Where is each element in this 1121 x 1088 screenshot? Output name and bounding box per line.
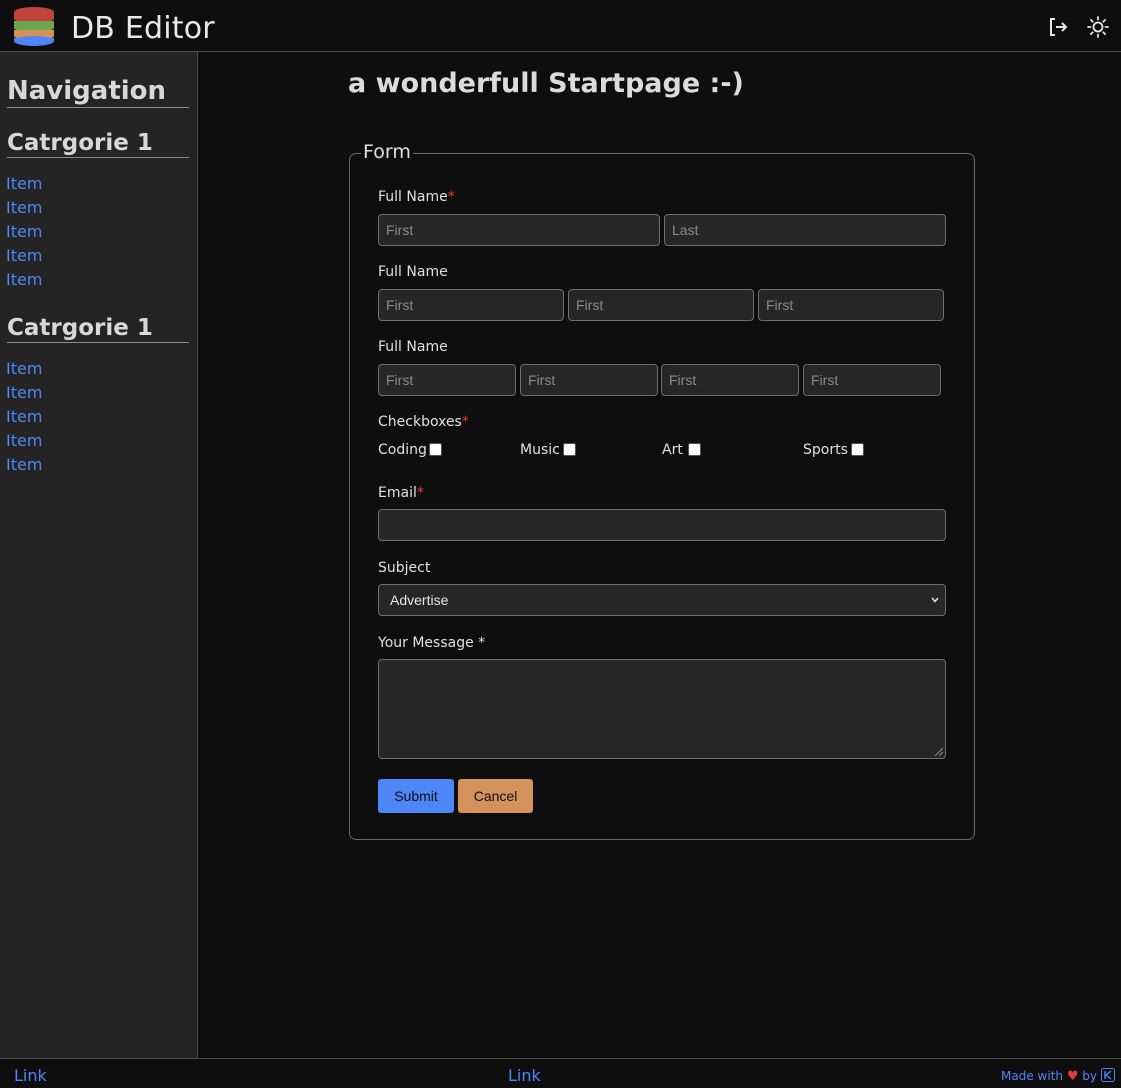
last-name-input[interactable] xyxy=(664,214,946,246)
sidebar-item[interactable]: Item xyxy=(6,222,42,241)
app-header: DB Editor xyxy=(0,0,1121,52)
footer-link-center[interactable]: Link xyxy=(508,1066,541,1086)
name-input[interactable] xyxy=(661,364,799,396)
sidebar-item[interactable]: Item xyxy=(6,359,42,378)
app-footer: Link Link Made with ♥ by xyxy=(0,1058,1121,1088)
checkbox-label-sports: Sports xyxy=(803,442,848,458)
author-logo-icon[interactable] xyxy=(1100,1068,1115,1082)
sun-icon[interactable] xyxy=(1087,16,1109,38)
logout-icon[interactable] xyxy=(1047,16,1069,38)
made-with-credit: Made with ♥ by xyxy=(1001,1068,1115,1085)
checkbox-label-coding: Coding xyxy=(378,442,427,458)
checkbox-sports[interactable] xyxy=(851,443,864,456)
full-name-label-1: Full Name* xyxy=(378,189,455,205)
sidebar-item[interactable]: Item xyxy=(6,383,42,402)
full-name-label-2: Full Name xyxy=(378,264,448,280)
checkbox-music[interactable] xyxy=(563,443,576,456)
sidebar-item[interactable]: Item xyxy=(6,270,42,289)
sidebar-category-list: Item Item Item Item Item xyxy=(6,358,42,478)
checkbox-art[interactable] xyxy=(688,443,701,456)
subject-select[interactable]: Advertise xyxy=(378,584,946,616)
sidebar-item[interactable]: Item xyxy=(6,174,42,193)
sidebar-category-list: Item Item Item Item Item xyxy=(6,173,42,293)
checkbox-coding[interactable] xyxy=(429,443,442,456)
footer-link-left[interactable]: Link xyxy=(14,1066,47,1086)
database-icon xyxy=(14,7,54,46)
sidebar-category-title: Catrgorie 1 xyxy=(7,130,189,158)
name-input[interactable] xyxy=(803,364,941,396)
subject-label: Subject xyxy=(378,560,431,576)
heart-icon: ♥ xyxy=(1066,1069,1079,1084)
sidebar-item[interactable]: Item xyxy=(6,198,42,217)
page-title: a wonderfull Startpage :-) xyxy=(348,68,744,99)
sidebar: Navigation Catrgorie 1 Item Item Item It… xyxy=(0,52,198,1058)
full-name-label-3: Full Name xyxy=(378,339,448,355)
name-input[interactable] xyxy=(378,364,516,396)
email-field[interactable] xyxy=(378,509,946,541)
chevron-down-icon xyxy=(931,597,939,603)
sidebar-item[interactable]: Item xyxy=(6,455,42,474)
required-marker: * xyxy=(447,189,455,205)
required-marker: * xyxy=(416,485,424,501)
resize-handle-icon[interactable] xyxy=(934,747,943,756)
name-input[interactable] xyxy=(378,289,564,321)
name-input[interactable] xyxy=(568,289,754,321)
app-title: DB Editor xyxy=(71,11,215,46)
sidebar-item[interactable]: Item xyxy=(6,246,42,265)
sidebar-category-title: Catrgorie 1 xyxy=(7,315,189,343)
name-input[interactable] xyxy=(758,289,944,321)
email-label: Email* xyxy=(378,485,424,501)
first-name-input[interactable] xyxy=(378,214,660,246)
sidebar-item[interactable]: Item xyxy=(6,407,42,426)
message-textarea[interactable] xyxy=(378,659,946,759)
cancel-button[interactable]: Cancel xyxy=(458,779,533,813)
submit-button[interactable]: Submit xyxy=(378,779,454,813)
sidebar-item[interactable]: Item xyxy=(6,431,42,450)
subject-selected-value: Advertise xyxy=(390,592,449,608)
sidebar-title: Navigation xyxy=(7,76,189,108)
checkbox-label-art: Art xyxy=(662,442,683,458)
form-legend: Form xyxy=(361,140,413,164)
message-label: Your Message * xyxy=(378,635,486,651)
required-marker: * xyxy=(461,414,469,430)
name-input[interactable] xyxy=(520,364,658,396)
checkboxes-label: Checkboxes* xyxy=(378,414,469,430)
checkbox-label-music: Music xyxy=(520,442,560,458)
